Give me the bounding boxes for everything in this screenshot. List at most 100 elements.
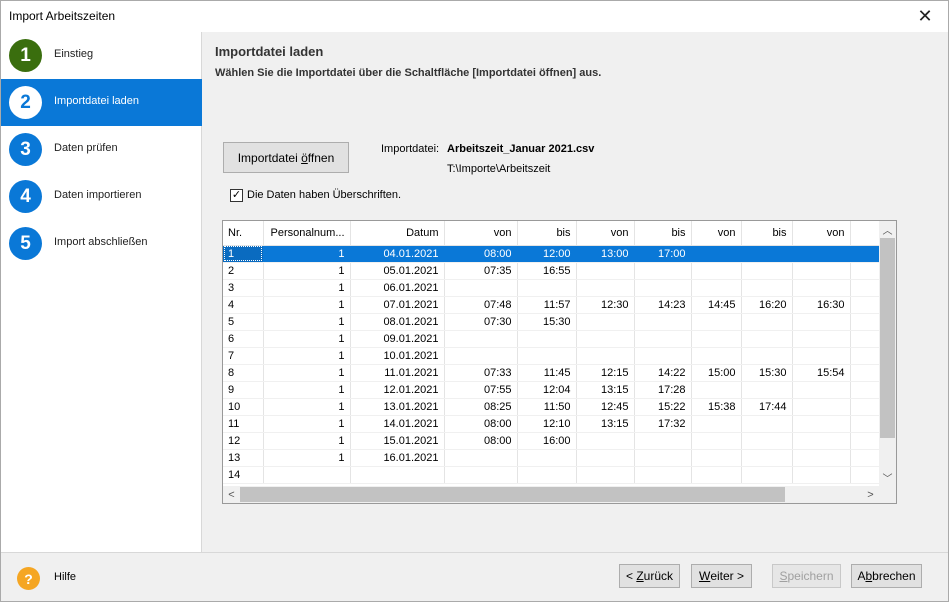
chevron-right-icon[interactable]: > (862, 486, 879, 503)
table-cell[interactable] (517, 279, 577, 297)
table-cell[interactable] (741, 262, 793, 280)
table-cell[interactable]: 12.01.2021 (350, 381, 445, 399)
table-cell[interactable] (444, 279, 518, 297)
column-header[interactable]: Personalnum... (263, 221, 351, 246)
chevron-left-icon[interactable]: < (223, 486, 240, 503)
column-header[interactable]: von (444, 221, 518, 246)
table-cell[interactable]: 1 (263, 313, 351, 331)
table-cell[interactable] (576, 279, 635, 297)
table-cell[interactable] (691, 381, 742, 399)
table-row[interactable]: 8 1 11.01.2021 07:33 11:45 12:15 14:22 15:00 15:… (223, 364, 881, 382)
table-cell[interactable]: 09.01.2021 (350, 330, 445, 348)
table-row[interactable]: 7 1 10.01.2021 (223, 347, 881, 365)
table-cell[interactable]: 07:55 (444, 381, 518, 399)
table-cell[interactable] (576, 313, 635, 331)
table-cell[interactable] (691, 466, 742, 484)
table-cell[interactable] (741, 245, 793, 263)
table-cell[interactable]: 1 (263, 330, 351, 348)
table-cell[interactable]: 12:04 (517, 381, 577, 399)
table-cell[interactable]: 16.01.2021 (350, 449, 445, 467)
step-daten-pruefen[interactable]: 3 Daten prüfen (1, 126, 202, 173)
table-cell[interactable]: 5 (223, 313, 264, 331)
table-cell[interactable] (634, 262, 692, 280)
table-cell[interactable] (576, 262, 635, 280)
column-header[interactable]: von (691, 221, 742, 246)
open-import-file-button[interactable]: Importdatei ö ffnen (223, 142, 349, 173)
table-cell[interactable] (634, 432, 692, 450)
table-cell[interactable] (691, 262, 742, 280)
column-header[interactable]: Datum (350, 221, 445, 246)
table-cell[interactable]: 17:00 (634, 245, 692, 263)
cancel-button[interactable]: Ab brechen (851, 564, 922, 588)
table-cell[interactable]: 7 (223, 347, 264, 365)
help-label[interactable]: Hilfe (54, 571, 76, 583)
table-cell[interactable] (263, 466, 351, 484)
table-row[interactable]: 1 1 04.01.2021 08:00 12:00 13:00 17:00 (223, 245, 881, 263)
scroll-thumb[interactable] (240, 487, 785, 502)
has-headers-label[interactable]: Die Daten haben Überschriften. (247, 189, 401, 201)
table-cell[interactable]: 14:22 (634, 364, 692, 382)
table-cell[interactable] (741, 466, 793, 484)
table-cell[interactable]: 17:44 (741, 398, 793, 416)
table-cell[interactable]: 11.01.2021 (350, 364, 445, 382)
table-cell[interactable]: 04.01.2021 (350, 245, 445, 263)
table-cell[interactable]: 15:00 (691, 364, 742, 382)
table-cell[interactable] (741, 381, 793, 399)
table-row[interactable]: 4 1 07.01.2021 07:48 11:57 12:30 14:23 14:45 16:… (223, 296, 881, 314)
table-cell[interactable]: 13:15 (576, 381, 635, 399)
table-cell[interactable]: 14:23 (634, 296, 692, 314)
table-cell[interactable]: 08.01.2021 (350, 313, 445, 331)
table-cell[interactable]: 12:45 (576, 398, 635, 416)
table-cell[interactable]: 11:50 (517, 398, 577, 416)
step-import-abschliessen[interactable]: 5 Import abschließen (1, 220, 202, 267)
table-cell[interactable]: 11:57 (517, 296, 577, 314)
data-preview-grid[interactable]: Nr. Personalnum... Datum von bis von bis… (222, 220, 897, 504)
table-cell[interactable]: 17:32 (634, 415, 692, 433)
table-cell[interactable]: 6 (223, 330, 264, 348)
chevron-down-icon[interactable]: ﹀ (879, 469, 896, 486)
table-cell[interactable] (792, 449, 851, 467)
table-cell[interactable]: 17:28 (634, 381, 692, 399)
table-cell[interactable]: 12:10 (517, 415, 577, 433)
table-row[interactable]: 12 1 15.01.2021 08:00 16:00 (223, 432, 881, 450)
table-cell[interactable] (792, 398, 851, 416)
close-icon[interactable]: ✕ (902, 1, 948, 32)
table-cell[interactable] (792, 313, 851, 331)
table-cell[interactable]: 08:00 (444, 415, 518, 433)
table-cell[interactable] (634, 313, 692, 331)
table-cell[interactable]: 15:22 (634, 398, 692, 416)
table-cell[interactable] (634, 347, 692, 365)
table-row[interactable]: 13 1 16.01.2021 (223, 449, 881, 467)
table-cell[interactable] (741, 313, 793, 331)
table-cell[interactable] (350, 466, 445, 484)
table-cell[interactable] (691, 245, 742, 263)
table-cell[interactable]: 1 (263, 449, 351, 467)
table-cell[interactable] (691, 279, 742, 297)
table-cell[interactable] (792, 330, 851, 348)
table-cell[interactable]: 1 (263, 279, 351, 297)
table-cell[interactable]: 08:00 (444, 245, 518, 263)
table-cell[interactable]: 12:15 (576, 364, 635, 382)
table-cell[interactable] (691, 313, 742, 331)
table-cell[interactable] (634, 330, 692, 348)
table-cell[interactable]: 10.01.2021 (350, 347, 445, 365)
table-cell[interactable] (741, 347, 793, 365)
table-cell[interactable]: 07:33 (444, 364, 518, 382)
table-cell[interactable]: 13:00 (576, 245, 635, 263)
table-row[interactable]: 3 1 06.01.2021 (223, 279, 881, 297)
table-cell[interactable] (517, 347, 577, 365)
table-cell[interactable]: 1 (263, 262, 351, 280)
table-cell[interactable] (576, 466, 635, 484)
table-cell[interactable]: 13 (223, 449, 264, 467)
column-header[interactable]: bis (741, 221, 793, 246)
table-cell[interactable]: 14.01.2021 (350, 415, 445, 433)
column-header[interactable]: bis (517, 221, 577, 246)
table-row[interactable]: 14 (223, 466, 881, 484)
table-cell[interactable] (634, 466, 692, 484)
table-cell[interactable]: 11 (223, 415, 264, 433)
table-cell[interactable] (741, 279, 793, 297)
table-cell[interactable]: 12:00 (517, 245, 577, 263)
table-cell[interactable] (444, 347, 518, 365)
table-cell[interactable] (517, 330, 577, 348)
table-cell[interactable] (691, 330, 742, 348)
